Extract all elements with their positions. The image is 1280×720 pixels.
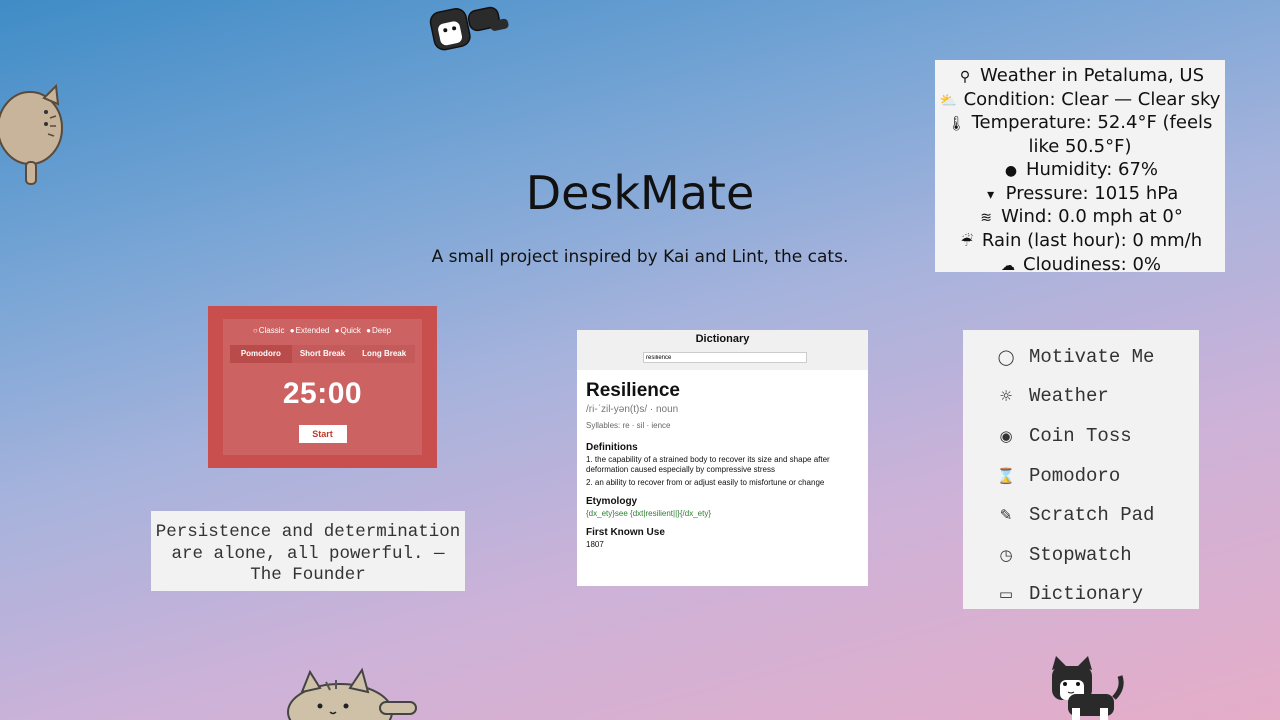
definition-item: 1. the capability of a strained body to … (586, 455, 830, 474)
weather-widget: ⚲ Weather in Petaluma, US ⛅ Condition: Cle… (935, 60, 1225, 275)
dictionary-syllables: Syllables: re · sil · ience (586, 421, 671, 430)
weather-cloudiness: Cloudiness: 0% (1023, 253, 1161, 275)
clock-icon: ◷ (999, 545, 1013, 564)
wind-icon: ≋ (980, 210, 992, 227)
mode-radio-extended[interactable]: ●Extended (290, 326, 331, 335)
mode-radio-quick[interactable]: ●Quick (335, 326, 362, 335)
dictionary-entry: Resilience /ri-ˈzil-yən(t)s/ · noun Syll… (577, 370, 868, 549)
weather-temperature: Temperature: 52.4°F (feels like 50.5°F) (971, 112, 1213, 158)
dictionary-search-input[interactable] (643, 352, 807, 363)
weather-location: Weather in Petaluma, US (979, 65, 1205, 86)
menu-item-coin-toss[interactable]: ◉ Coin Toss (963, 416, 1199, 456)
motivation-quote: Persistence and determination are alone,… (151, 511, 465, 591)
edit-note-icon: ✎ (999, 506, 1013, 525)
weather-pressure: Pressure: 1015 hPa (1005, 182, 1179, 204)
pomodoro-panel: ○Classic ●Extended ●Quick ●Deep Pomodoro… (223, 319, 422, 455)
thermometer-icon: 🌡 (947, 116, 966, 133)
weather-wind: Wind: 0.0 mph at 0° (1001, 206, 1183, 228)
dictionary-title: Dictionary (695, 333, 750, 345)
tab-pomodoro[interactable]: Pomodoro (230, 345, 292, 363)
tab-short-break[interactable]: Short Break (292, 345, 354, 363)
cat-sticker-bottom-right (1052, 656, 1124, 720)
menu-item-stopwatch[interactable]: ◷ Stopwatch (963, 535, 1199, 575)
dictionary-header: Dictionary (577, 330, 868, 370)
definitions-heading: Definitions (586, 442, 638, 453)
definition-item: 2. an ability to recover from or adjust … (586, 478, 825, 487)
weather-condition: Condition: Clear — Clear sky (963, 88, 1221, 110)
start-button[interactable]: Start (298, 425, 347, 443)
speech-bubble-icon: ◯ (997, 347, 1015, 366)
clouds-icon: ☁ (1001, 257, 1015, 274)
weather-wind-row: ≋ Wind: 0.0 mph at 0° (939, 206, 1221, 230)
dictionary-pronunciation: /ri-ˈzil-yən(t)s/ · noun (586, 404, 679, 415)
dictionary-widget: Dictionary Resilience /ri-ˈzil-yən(t)s/ … (577, 330, 868, 586)
location-pin-icon: ⚲ (959, 69, 971, 85)
weather-cloudiness-row: ☁ Cloudiness: 0% (939, 254, 1221, 278)
book-icon: ▭ (998, 585, 1014, 604)
menu-item-scratch-pad[interactable]: ✎ Scratch Pad (963, 495, 1199, 535)
menu-item-pomodoro[interactable]: ⌛ Pomodoro (963, 456, 1199, 496)
weather-pressure-row: ▾ Pressure: 1015 hPa (939, 183, 1221, 207)
weather-humidity: Humidity: 67% (1025, 158, 1159, 180)
pomodoro-mode-options: ○Classic ●Extended ●Quick ●Deep (223, 319, 422, 335)
droplet-icon: ● (1004, 162, 1018, 179)
weather-location-row: ⚲ Weather in Petaluma, US (939, 65, 1221, 89)
menu-item-dictionary[interactable]: ▭ Dictionary (963, 575, 1199, 615)
rain-cloud-icon: ☔ (960, 233, 974, 250)
hourglass-icon: ⌛ (996, 466, 1016, 485)
first-use-year: 1807 (586, 540, 604, 549)
coin-icon: ◉ (999, 426, 1013, 445)
pomodoro-widget: ○Classic ●Extended ●Quick ●Deep Pomodoro… (208, 306, 437, 468)
weather-temperature-row: 🌡 Temperature: 52.4°F (feels like 50.5°F) (939, 112, 1221, 158)
pressure-gauge-icon: ▾ (987, 186, 995, 203)
sun-cloud-icon: ⛅ (939, 92, 958, 109)
weather-rain: Rain (last hour): 0 mm/h (981, 229, 1203, 251)
cat-sticker-top (429, 6, 509, 51)
weather-rain-row: ☔ Rain (last hour): 0 mm/h (939, 230, 1221, 254)
etymology-text: {dx_ety}see {dxt|resilient||}{/dx_ety} (586, 509, 711, 518)
dictionary-word: Resilience (586, 380, 680, 401)
menu-item-motivate-me[interactable]: ◯ Motivate Me (963, 337, 1199, 377)
sun-cloud-icon: ☼ (999, 387, 1013, 406)
weather-humidity-row: ● Humidity: 67% (939, 159, 1221, 183)
pomodoro-tabs: Pomodoro Short Break Long Break (230, 345, 415, 363)
mode-radio-classic[interactable]: ○Classic (253, 326, 286, 335)
tab-long-break[interactable]: Long Break (353, 345, 415, 363)
first-use-heading: First Known Use (586, 527, 665, 538)
etymology-heading: Etymology (586, 496, 638, 507)
weather-condition-row: ⛅ Condition: Clear — Clear sky (939, 89, 1221, 113)
menu-item-weather[interactable]: ☼ Weather (963, 377, 1199, 417)
mode-radio-deep[interactable]: ●Deep (366, 326, 392, 335)
pomodoro-timer: 25:00 (282, 377, 363, 410)
cat-sticker-bottom (287, 667, 417, 720)
tools-menu: ◯ Motivate Me ☼ Weather ◉ Coin Toss ⌛ Pomodo… (963, 330, 1199, 609)
